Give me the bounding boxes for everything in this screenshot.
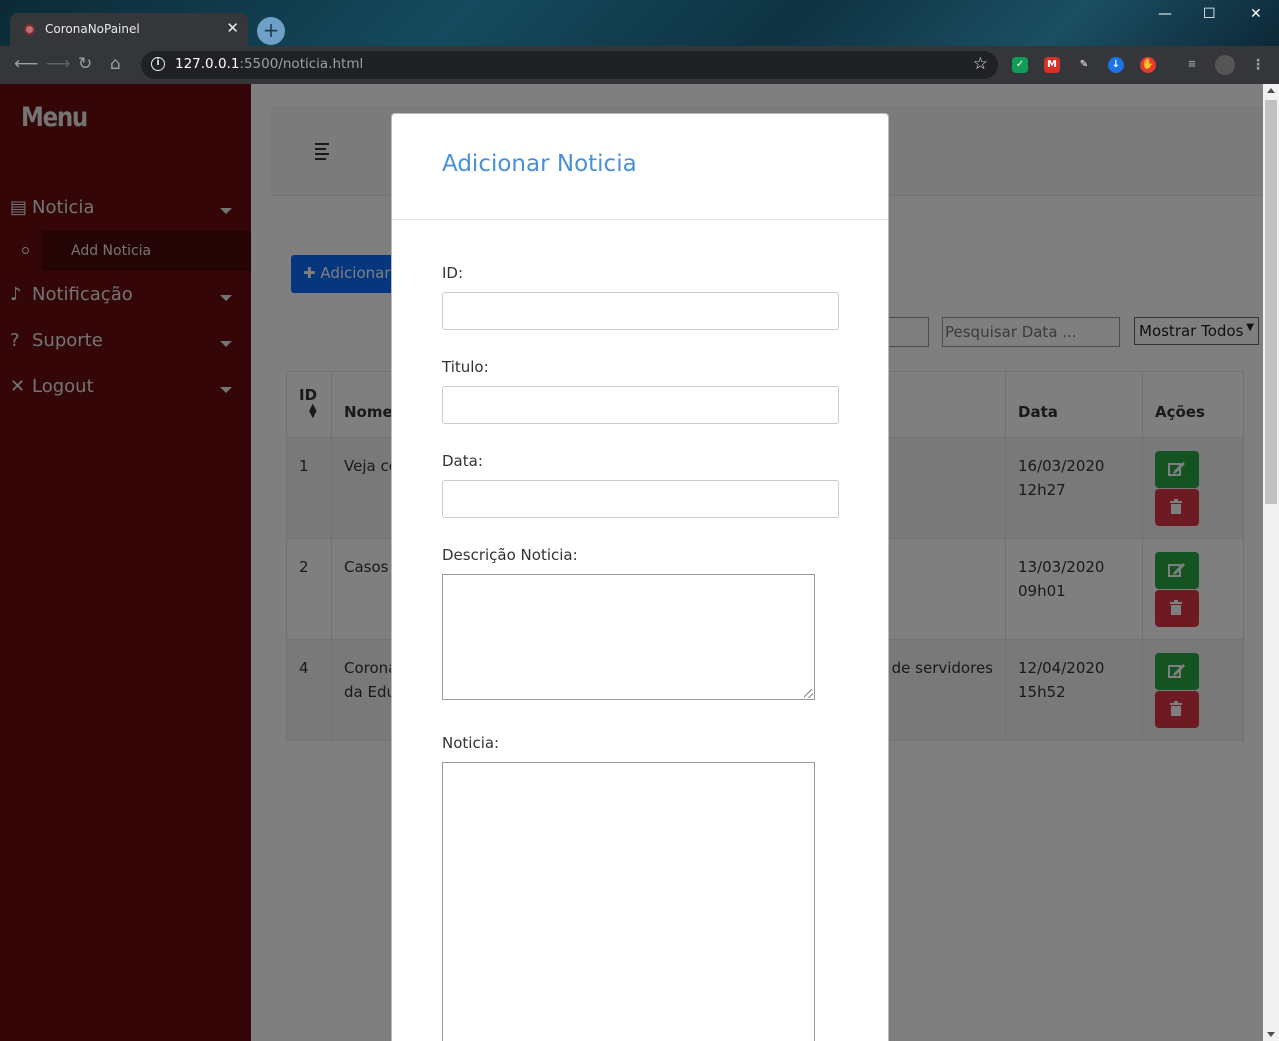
modal-title: Adicionar Noticia <box>442 151 637 177</box>
download-extension-icon[interactable]: ↓ <box>1108 57 1124 73</box>
add-noticia-modal: Adicionar Noticia ID: Titulo: Data: Desc… <box>391 113 889 1041</box>
browser-tab[interactable]: CoronaNoPainel ✕ <box>10 13 248 46</box>
browser-chrome: CoronaNoPainel ✕ + — ☐ ✕ ⟵ ⟶ ↻ ⌂ i 127.0… <box>0 0 1279 84</box>
noticia-label: Noticia: <box>442 734 500 752</box>
tab-close-icon[interactable]: ✕ <box>226 19 239 37</box>
page-viewport: Menu ▤Noticia Add Noticia ♪Notificação ?… <box>0 84 1279 1041</box>
bookmark-star-icon[interactable]: ☆ <box>973 54 988 74</box>
window-close-icon[interactable]: ✕ <box>1250 6 1262 22</box>
home-icon[interactable]: ⌂ <box>110 54 121 74</box>
id-label: ID: <box>442 264 464 282</box>
modal-header: Adicionar Noticia <box>392 114 888 220</box>
descricao-label: Descrição Noticia: <box>442 546 578 564</box>
tab-bar: CoronaNoPainel ✕ + — ☐ ✕ <box>0 0 1279 46</box>
pen-extension-icon[interactable]: ✎ <box>1076 57 1092 73</box>
media-icon[interactable]: ≡ <box>1184 57 1200 73</box>
descricao-textarea[interactable] <box>442 574 815 700</box>
titulo-input[interactable] <box>442 386 839 424</box>
menu-kebab-icon[interactable]: ⋮ <box>1250 57 1266 73</box>
forward-icon[interactable]: ⟶ <box>46 54 70 74</box>
data-input[interactable] <box>442 480 839 518</box>
address-bar[interactable]: i 127.0.0.1:5500/noticia.html ☆ <box>141 51 998 79</box>
browser-toolbar: ⟵ ⟶ ↻ ⌂ i 127.0.0.1:5500/noticia.html ☆ … <box>0 46 1279 84</box>
titulo-label: Titulo: <box>442 358 489 376</box>
info-icon[interactable]: i <box>151 57 165 71</box>
url-text: 127.0.0.1:5500/noticia.html <box>175 56 364 72</box>
id-input[interactable] <box>442 292 839 330</box>
mail-extension-icon[interactable]: M <box>1044 57 1060 73</box>
minimize-icon[interactable]: — <box>1158 6 1172 22</box>
resize-grip-icon[interactable] <box>804 689 813 698</box>
scroll-up-icon[interactable] <box>1267 88 1275 93</box>
data-label: Data: <box>442 452 483 470</box>
reload-icon[interactable]: ↻ <box>78 54 92 74</box>
maximize-icon[interactable]: ☐ <box>1203 6 1216 22</box>
stop-extension-icon[interactable]: ✋ <box>1140 57 1156 73</box>
favicon-icon <box>24 24 35 35</box>
profile-avatar[interactable] <box>1215 55 1235 75</box>
tab-title: CoronaNoPainel <box>45 22 140 36</box>
scroll-down-icon[interactable] <box>1267 1032 1275 1037</box>
shield-extension-icon[interactable]: ✓ <box>1012 57 1028 73</box>
scroll-thumb[interactable] <box>1265 100 1277 504</box>
noticia-textarea[interactable] <box>442 762 815 1041</box>
new-tab-button[interactable]: + <box>257 17 285 45</box>
page-scrollbar[interactable] <box>1263 84 1279 1041</box>
back-icon[interactable]: ⟵ <box>14 54 38 74</box>
